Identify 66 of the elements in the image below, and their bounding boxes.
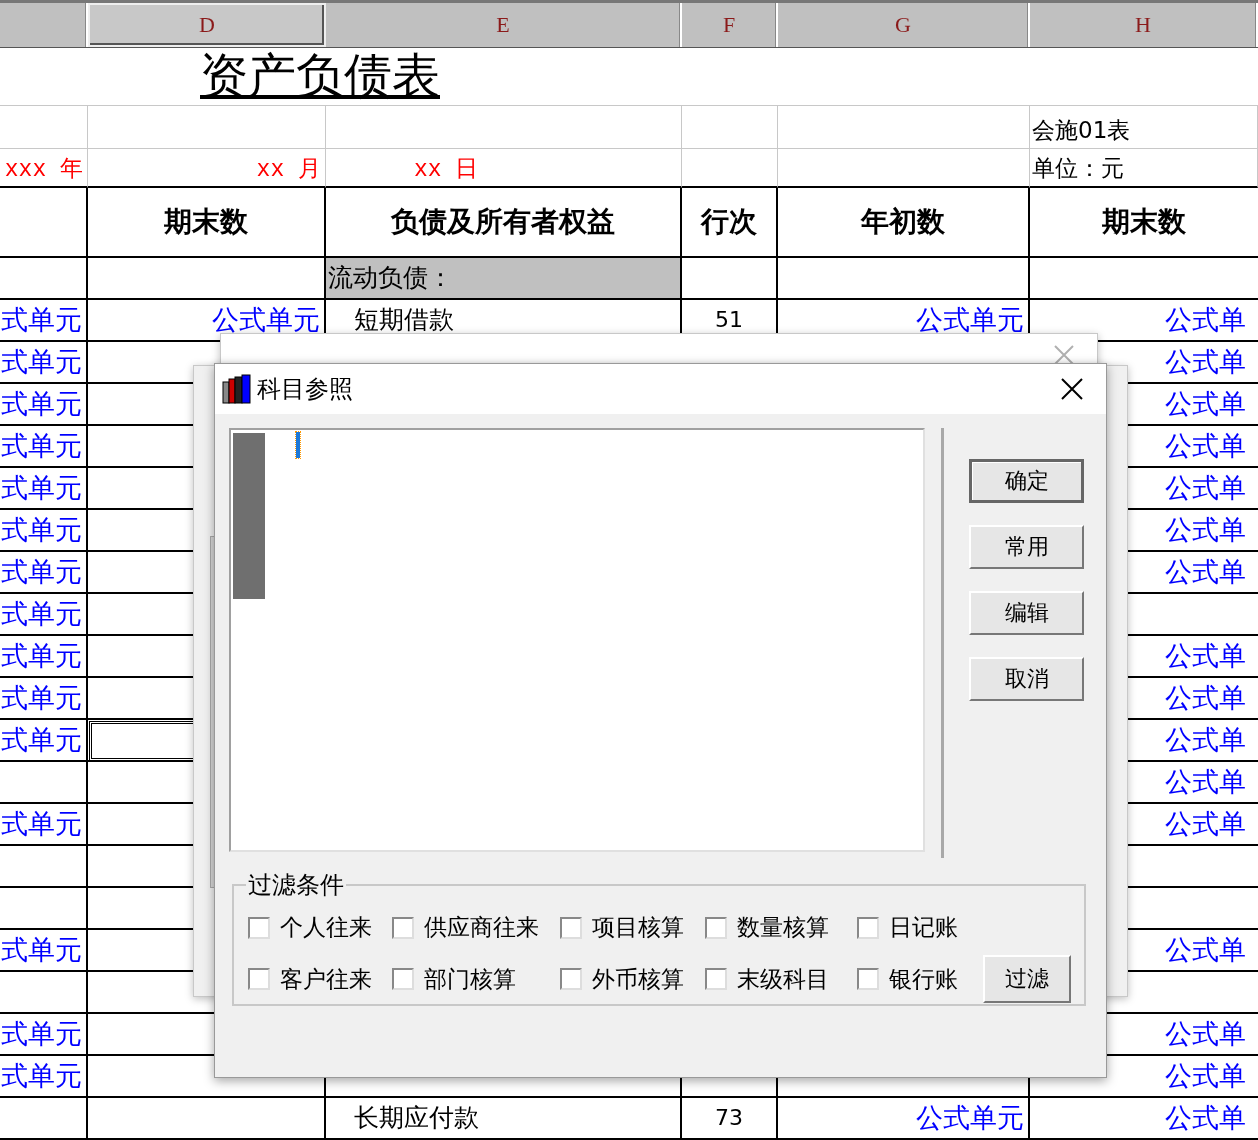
column-heading: 期末数 [164, 204, 248, 240]
filter-button[interactable]: 过滤 [983, 955, 1071, 1003]
table-cell: 公式单 [1030, 1098, 1258, 1140]
checkbox[interactable] [392, 916, 414, 939]
day-label: xx 日 [414, 156, 479, 184]
checkbox[interactable] [392, 968, 414, 990]
column-header[interactable]: E [326, 3, 682, 47]
checkbox-option[interactable]: 项目核算 [560, 912, 705, 943]
table-cell: 式单元 [0, 930, 88, 972]
table-cell: 式单元 [0, 636, 88, 678]
column-header[interactable]: D [88, 3, 326, 47]
table-cell: 式单元 [0, 720, 88, 762]
table-cell: 73 [682, 1098, 778, 1140]
table-cell: 长期应付款 [326, 1098, 682, 1140]
column-heading: 期末数 [1102, 204, 1186, 240]
text-cursor [296, 432, 300, 458]
checkbox-option[interactable]: 外币核算 [560, 963, 705, 995]
column-header[interactable]: H [1030, 3, 1258, 47]
column-header[interactable]: G [778, 3, 1030, 47]
checkbox[interactable] [857, 916, 879, 939]
table-cell: 式单元 [0, 426, 88, 468]
dialog-button[interactable]: 取消 [969, 657, 1084, 701]
checkbox-option[interactable]: 日记账 [857, 912, 985, 943]
table-cell: 式单元 [0, 468, 88, 510]
checkbox-option[interactable]: 客户往来 [248, 963, 392, 995]
table-cell: 式单元 [0, 510, 88, 552]
checkbox[interactable] [705, 916, 727, 939]
checkbox[interactable] [248, 968, 270, 990]
month-label: xx 月 [256, 156, 321, 184]
column-heading: 年初数 [861, 204, 945, 240]
table-cell: 式单元 [0, 384, 88, 426]
dialog-button[interactable]: 编辑 [969, 591, 1084, 635]
table-cell: 式单元 [0, 678, 88, 720]
column-heading: 负债及所有者权益 [391, 204, 615, 240]
checkbox-option[interactable]: 末级科目 [705, 963, 857, 995]
table-cell: 式单元 [0, 552, 88, 594]
checkbox-option[interactable]: 个人往来 [248, 912, 392, 943]
column-heading: 行次 [701, 204, 757, 240]
table-cell: 式单元 [0, 1056, 88, 1098]
section-cell: 流动负债： [326, 258, 682, 300]
checkbox[interactable] [560, 968, 582, 990]
sheet-title: 资产负债表 [200, 50, 440, 102]
checkbox[interactable] [248, 916, 270, 939]
dialog-button[interactable]: 确定 [969, 459, 1084, 503]
books-icon [221, 374, 253, 404]
checkbox-option[interactable]: 数量核算 [705, 912, 857, 943]
account-list[interactable] [229, 428, 925, 852]
column-header[interactable]: F [682, 3, 778, 47]
table-cell: 式单元 [0, 342, 88, 384]
table-cell: 公式单元 [778, 1098, 1030, 1140]
dialog-button[interactable]: 常用 [969, 525, 1084, 569]
checkbox-option[interactable]: 银行账 [857, 963, 985, 995]
checkbox-option[interactable]: 部门核算 [392, 963, 560, 995]
checkbox[interactable] [705, 968, 727, 990]
dialog-title: 科目参照 [257, 374, 354, 405]
year-label: xxx 年 [4, 156, 83, 184]
checkbox[interactable] [560, 916, 582, 939]
close-icon[interactable] [1060, 377, 1084, 401]
table-cell: 式单元 [0, 300, 88, 342]
checkbox-option[interactable]: 供应商往来 [392, 912, 560, 943]
table-cell: 式单元 [0, 804, 88, 846]
table-cell: 式单元 [0, 1014, 88, 1056]
unit-label: 单位：元 [1032, 154, 1124, 183]
form-number: 会施01表 [1032, 116, 1131, 145]
checkbox[interactable] [857, 968, 879, 990]
table-cell: 式单元 [0, 594, 88, 636]
